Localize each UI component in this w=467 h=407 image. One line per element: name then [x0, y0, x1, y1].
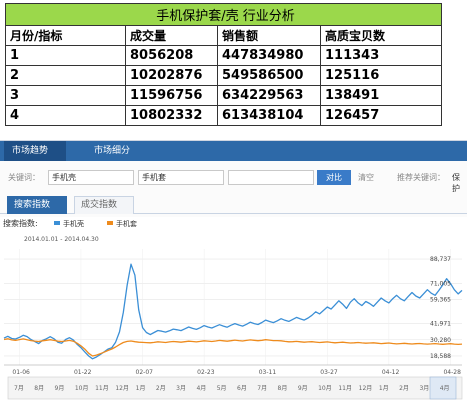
market-trend-panel: 市场趋势 市场细分 关键词： 手机壳 手机套 对比 清空 推荐关键词： 保护 搜… — [0, 140, 467, 407]
subtab-deal-index[interactable]: 成交指数 — [74, 196, 134, 214]
table-header-row: 月份/指标 成交量 销售额 高质宝贝数 — [5, 25, 443, 46]
cell-sales: 613438104 — [217, 105, 321, 126]
summary-table-section: 手机保护套/壳 行业分析 月份/指标 成交量 销售额 高质宝贝数 1 80562… — [0, 0, 467, 128]
timeline-label: 12月 — [115, 385, 129, 392]
keyword-input-2[interactable]: 手机套 — [138, 170, 224, 185]
timeline-label: 5月 — [217, 385, 227, 392]
cell-month: 1 — [5, 45, 126, 66]
timeline-label: 6月 — [237, 385, 247, 392]
nav-tab-bar: 市场趋势 市场细分 — [0, 141, 467, 161]
table-title: 手机保护套/壳 行业分析 — [4, 3, 443, 26]
chart-title: 搜索指数: — [3, 218, 38, 228]
x-tick-label: 04-28 — [443, 369, 461, 376]
timeline-label: 7月 — [14, 385, 24, 392]
legend-label: 手机壳 — [63, 219, 84, 228]
timeline-label: 2月 — [399, 385, 409, 392]
compare-button[interactable]: 对比 — [317, 170, 351, 185]
timeline-label: 1月 — [379, 385, 389, 392]
keyword-search-row: 关键词： 手机壳 手机套 对比 清空 推荐关键词： 保护 — [0, 169, 467, 193]
keyword-label: 关键词： — [8, 173, 40, 182]
header-cell-month: 月份/指标 — [5, 25, 126, 46]
cell-volume: 11596756 — [125, 85, 218, 106]
timeline-label: 11月 — [338, 385, 352, 392]
keyword-input-1[interactable]: 手机壳 — [48, 170, 134, 185]
x-tick-label: 02-07 — [136, 369, 154, 376]
x-tick-label: 03-27 — [320, 369, 338, 376]
cell-month: 3 — [5, 85, 126, 106]
y-tick-label: 41,971 — [430, 321, 451, 328]
table-row: 3 11596756 634229563 138491 — [5, 85, 443, 106]
search-index-chart: 搜索指数: 手机壳 手机套 2014.01.01 - 2014.04.30 01-06 0… — [0, 217, 467, 407]
table-row: 2 10202876 549586500 125116 — [5, 65, 443, 86]
timeline-label: 2月 — [156, 385, 166, 392]
timeline-label: 1月 — [136, 385, 146, 392]
cell-quality-items: 126457 — [319, 105, 443, 126]
timeline-label: 10月 — [75, 385, 89, 392]
cell-quality-items: 125116 — [319, 65, 443, 86]
timeline-label: 4月 — [196, 385, 206, 392]
line-chart-svg: 搜索指数: 手机壳 手机套 2014.01.01 - 2014.04.30 01-06 0… — [0, 217, 467, 407]
timeline-label: 7月 — [257, 385, 267, 392]
legend-swatch — [54, 221, 60, 225]
cell-month: 2 — [5, 65, 126, 86]
timeline-label: 11月 — [95, 385, 109, 392]
clear-button[interactable]: 清空 — [358, 172, 374, 183]
keyword-input-3[interactable] — [228, 170, 314, 185]
cell-month: 4 — [5, 105, 126, 126]
cell-sales: 549586500 — [217, 65, 321, 86]
header-cell-sales: 销售额 — [217, 25, 321, 46]
timeline-label: 12月 — [359, 385, 373, 392]
x-tick-label: 01-22 — [74, 369, 92, 376]
timeline-label: 4月 — [440, 385, 450, 392]
y-tick-label: 88,737 — [430, 256, 451, 263]
y-tick-label: 18,588 — [430, 353, 451, 360]
cell-volume: 10802332 — [125, 105, 218, 126]
table-title-row: 手机保护套/壳 行业分析 — [4, 3, 443, 26]
legend-swatch — [107, 221, 113, 225]
table-row: 1 8056208 447834980 111343 — [5, 45, 443, 66]
cell-sales: 447834980 — [217, 45, 321, 66]
summary-table: 手机保护套/壳 行业分析 月份/指标 成交量 销售额 高质宝贝数 1 80562… — [4, 3, 443, 126]
cell-volume: 8056208 — [125, 45, 218, 66]
y-tick-label: 30,280 — [430, 337, 451, 344]
chart-date-range: 2014.01.01 - 2014.04.30 — [24, 236, 99, 243]
x-tick-label: 01-06 — [12, 369, 30, 376]
x-tick-label: 02-23 — [197, 369, 215, 376]
timeline-label: 9月 — [298, 385, 308, 392]
y-tick-label: 59,365 — [430, 297, 451, 304]
timeline-label: 8月 — [278, 385, 288, 392]
recommend-keyword-value[interactable]: 保护 — [452, 172, 467, 194]
tab-market-trend[interactable]: 市场趋势 — [4, 141, 66, 161]
header-cell-volume: 成交量 — [125, 25, 218, 46]
timeline-label: 3月 — [176, 385, 186, 392]
tab-market-segment[interactable]: 市场细分 — [86, 141, 148, 161]
timeline-label: 9月 — [55, 385, 65, 392]
cell-sales: 634229563 — [217, 85, 321, 106]
cell-volume: 10202876 — [125, 65, 218, 86]
legend-label: 手机套 — [116, 219, 137, 228]
cell-quality-items: 138491 — [319, 85, 443, 106]
timeline-label: 3月 — [419, 385, 429, 392]
y-tick-label: 71,005 — [430, 281, 451, 288]
timeline-label: 10月 — [318, 385, 332, 392]
header-cell-quality-items: 高质宝贝数 — [319, 25, 443, 46]
subtab-search-index[interactable]: 搜索指数 — [7, 196, 67, 214]
recommend-keyword-label: 推荐关键词： — [397, 173, 445, 182]
timeline-label: 8月 — [34, 385, 44, 392]
x-tick-label: 03-11 — [259, 369, 277, 376]
x-tick-label: 04-12 — [382, 369, 400, 376]
index-subtabs: 搜索指数 成交指数 — [0, 196, 467, 214]
table-row: 4 10802332 613438104 126457 — [5, 105, 443, 126]
cell-quality-items: 111343 — [319, 45, 443, 66]
